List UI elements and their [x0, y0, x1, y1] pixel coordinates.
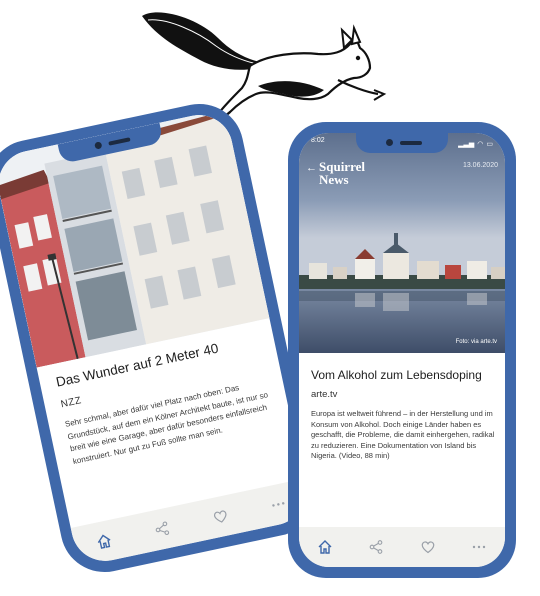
app-logo: Squirrel News: [319, 159, 365, 187]
article-source: arte.tv: [311, 389, 338, 400]
phone-right: 8:02 ▂▃▅ ◠ ▭ ← Squirrel News 13.06.2020 …: [288, 122, 516, 578]
home-icon: [97, 534, 111, 549]
phone-notch: [356, 133, 448, 153]
tab-more[interactable]: [464, 532, 494, 562]
tab-bar: [299, 527, 505, 567]
article-image-lake[interactable]: 8:02 ▂▃▅ ◠ ▭ ← Squirrel News 13.06.2020 …: [299, 133, 505, 353]
more-icon: [272, 502, 285, 507]
tab-bar: [70, 478, 312, 568]
article-title[interactable]: Vom Alkohol zum Lebensdoping: [311, 368, 497, 382]
share-icon: [369, 540, 383, 554]
home-icon: [318, 540, 332, 554]
article-teaser: Sehr schmal, aber dafür viel Platz nach …: [64, 383, 269, 466]
more-icon: [473, 545, 486, 549]
tab-favorite[interactable]: [413, 532, 443, 562]
tab-share[interactable]: [144, 511, 180, 547]
article-teaser: Europa ist weltweit führend – in der Her…: [311, 409, 495, 460]
phone-left: Das Wunder auf 2 Meter 40 NZZ Sehr schma…: [0, 95, 325, 581]
status-time: 8:02: [311, 137, 325, 144]
tab-favorite[interactable]: [203, 499, 239, 535]
back-arrow-icon[interactable]: ←: [306, 162, 317, 174]
tab-home[interactable]: [86, 524, 122, 560]
battery-icon: ▭: [486, 141, 493, 148]
tab-share[interactable]: [361, 532, 391, 562]
heart-icon: [421, 541, 435, 554]
article-date: 13.06.2020: [462, 162, 498, 169]
wifi-icon: ◠: [477, 141, 484, 148]
heart-icon: [213, 510, 227, 523]
photo-credit: Foto: via arte.tv: [455, 339, 497, 345]
share-icon: [155, 521, 170, 535]
signal-icon: ▂▃▅: [458, 141, 475, 148]
right-screen: 8:02 ▂▃▅ ◠ ▭ ← Squirrel News 13.06.2020 …: [299, 133, 505, 567]
left-screen: Das Wunder auf 2 Meter 40 NZZ Sehr schma…: [0, 108, 312, 568]
tab-home[interactable]: [310, 532, 340, 562]
